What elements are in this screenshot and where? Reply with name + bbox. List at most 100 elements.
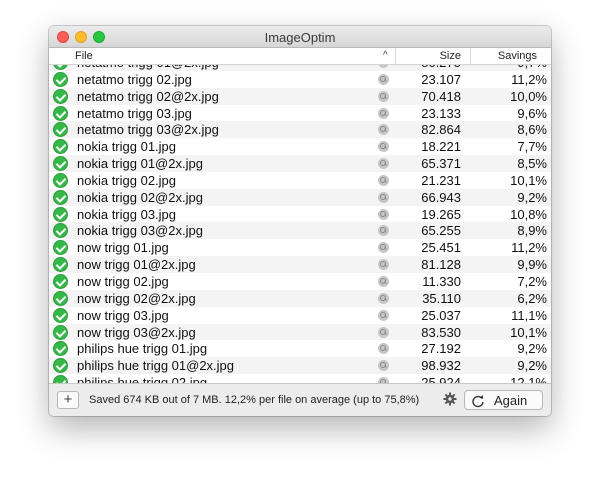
file-size: 98.932 (421, 358, 461, 374)
status-bar: + Saved 674 KB out of 7 MB. 12,2% per fi… (49, 383, 551, 416)
magnifier-icon[interactable] (378, 141, 389, 153)
file-row[interactable]: now trigg 01@2x.jpg 81.128 9,9% (49, 256, 551, 273)
file-name: now trigg 02.jpg (77, 273, 169, 289)
file-name: now trigg 02@2x.jpg (77, 290, 196, 306)
sort-ascending-icon[interactable]: ^ (383, 48, 395, 64)
checkmark-circle-icon (53, 105, 68, 121)
file-savings: 10,0% (510, 88, 547, 104)
file-row[interactable]: philips hue trigg 01.jpg 27.192 9,2% (49, 340, 551, 357)
file-size: 80.275 (399, 65, 461, 70)
file-rows: netatmo trigg 01@2x.jpg80.2759,7%netatmo… (49, 65, 551, 383)
column-divider[interactable] (395, 49, 396, 63)
file-row[interactable]: nokia trigg 03.jpg 19.265 10,8% (49, 206, 551, 223)
file-row[interactable]: nokia trigg 01.jpg 18.221 7,7% (49, 138, 551, 155)
title-bar[interactable]: ImageOptim (49, 26, 551, 48)
checkmark-circle-icon (53, 223, 68, 239)
file-name: netatmo trigg 03.jpg (77, 105, 192, 121)
file-row[interactable]: now trigg 02.jpg 11.330 7,2% (49, 273, 551, 290)
magnifier-icon[interactable] (378, 326, 389, 338)
file-name: netatmo trigg 02.jpg (77, 71, 192, 87)
file-row[interactable]: netatmo trigg 03@2x.jpg 82.864 8,6% (49, 121, 551, 139)
file-savings: 12,1% (510, 375, 547, 383)
file-name: netatmo trigg 03@2x.jpg (77, 122, 219, 138)
again-label: Again (494, 393, 528, 408)
file-size: 81.128 (421, 257, 461, 273)
magnifier-icon[interactable] (378, 360, 389, 372)
magnifier-icon[interactable] (378, 292, 389, 304)
file-savings: 9,2% (517, 341, 547, 357)
file-list[interactable]: netatmo trigg 01@2x.jpg80.2759,7%netatmo… (49, 65, 551, 383)
file-row[interactable]: nokia trigg 01@2x.jpg 65.371 8,5% (49, 155, 551, 172)
file-row[interactable]: now trigg 03@2x.jpg 83.530 10,1% (49, 323, 551, 341)
checkmark-circle-icon (53, 206, 68, 222)
checkmark-circle-icon (53, 156, 68, 172)
magnifier-icon[interactable] (378, 174, 389, 186)
file-row[interactable]: nokia trigg 02@2x.jpg 66.943 9,2% (49, 188, 551, 206)
magnifier-icon[interactable] (378, 90, 389, 102)
checkmark-circle-icon (53, 257, 68, 273)
magnifier-icon[interactable] (378, 225, 389, 237)
column-divider[interactable] (470, 49, 471, 63)
magnifier-icon[interactable] (378, 107, 389, 119)
checkmark-circle-icon (53, 139, 68, 155)
file-row[interactable]: nokia trigg 02.jpg 21.231 10,1% (49, 172, 551, 189)
file-savings: 9,9% (517, 257, 547, 273)
file-size: 35.110 (422, 290, 461, 306)
file-name: nokia trigg 02@2x.jpg (77, 189, 203, 205)
file-size: 25.924 (421, 375, 461, 383)
file-savings: 6,2% (517, 290, 547, 306)
add-files-button[interactable]: + (57, 391, 79, 409)
file-size: 11.330 (422, 273, 461, 289)
file-row[interactable]: now trigg 02@2x.jpg 35.110 6,2% (49, 289, 551, 307)
file-savings: 7,2% (517, 273, 547, 289)
file-row[interactable]: now trigg 01.jpg 25.451 11,2% (49, 239, 551, 256)
magnifier-icon[interactable] (378, 309, 389, 321)
file-row[interactable]: netatmo trigg 03.jpg 23.133 9,6% (49, 105, 551, 122)
checkmark-circle-icon (53, 324, 68, 340)
file-name: netatmo trigg 02@2x.jpg (77, 88, 219, 104)
magnifier-icon[interactable] (378, 343, 389, 355)
file-size: 27.192 (421, 341, 461, 357)
file-name: philips hue trigg 02.jpg (77, 375, 208, 383)
magnifier-icon[interactable] (378, 191, 389, 203)
file-size: 19.265 (421, 206, 461, 222)
window-title: ImageOptim (264, 30, 336, 45)
file-row[interactable]: now trigg 03.jpg 25.037 11,1% (49, 307, 551, 324)
again-button[interactable]: Again (464, 390, 543, 410)
file-name: netatmo trigg 01@2x.jpg (77, 65, 219, 70)
file-row[interactable]: netatmo trigg 02.jpg 23.107 11,2% (49, 71, 551, 88)
checkmark-circle-icon (53, 240, 68, 256)
gear-icon[interactable] (443, 392, 457, 406)
file-savings: 11,2% (511, 71, 547, 87)
checkmark-circle-icon (53, 189, 68, 205)
file-savings: 9,2% (517, 189, 547, 205)
magnifier-icon[interactable] (378, 65, 389, 68)
file-name: now trigg 01.jpg (77, 240, 169, 256)
file-size: 25.451 (421, 240, 461, 256)
file-row[interactable]: philips hue trigg 02.jpg 25.924 12,1% (49, 374, 551, 383)
file-row[interactable]: nokia trigg 03@2x.jpg 65.255 8,9% (49, 222, 551, 240)
file-name: now trigg 03.jpg (77, 307, 169, 323)
file-size: 18.221 (421, 139, 461, 155)
file-savings: 8,6% (517, 122, 547, 138)
file-savings: 9,2% (517, 358, 547, 374)
magnifier-icon[interactable] (378, 242, 389, 254)
magnifier-icon[interactable] (378, 158, 389, 170)
checkmark-circle-icon (53, 273, 68, 289)
magnifier-icon[interactable] (378, 208, 389, 220)
magnifier-icon[interactable] (378, 124, 389, 136)
table-header: File ^ Size Savings (49, 48, 551, 65)
magnifier-icon[interactable] (378, 275, 389, 287)
file-row[interactable]: philips hue trigg 01@2x.jpg 98.932 9,2% (49, 357, 551, 375)
file-savings: 9,6% (517, 105, 547, 121)
magnifier-icon[interactable] (378, 73, 389, 85)
checkmark-circle-icon (53, 71, 68, 87)
file-size: 23.107 (421, 71, 461, 87)
file-row[interactable]: netatmo trigg 02@2x.jpg 70.418 10,0% (49, 87, 551, 105)
magnifier-icon[interactable] (378, 259, 389, 271)
file-size: 70.418 (421, 88, 461, 104)
column-header-savings[interactable]: Savings (473, 50, 537, 62)
file-savings: 11,1% (511, 307, 547, 323)
column-header-size[interactable]: Size (399, 50, 461, 62)
column-header-file[interactable]: File (75, 50, 93, 62)
